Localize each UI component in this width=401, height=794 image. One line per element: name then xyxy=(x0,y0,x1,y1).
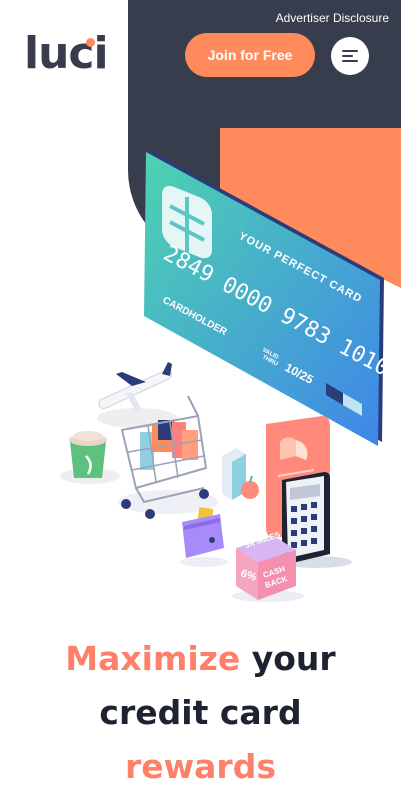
headline-maximize: Maximize xyxy=(65,639,241,678)
hero-headline: Maximize your credit card rewards xyxy=(0,632,401,794)
wallet-icon xyxy=(180,507,228,567)
credit-card: YOUR PERFECT CARD 2849 0000 9783 1010 CA… xyxy=(144,150,393,446)
headline-line2: credit card xyxy=(99,693,302,732)
headline-line3: rewards xyxy=(125,747,276,786)
headline-your: your xyxy=(240,639,336,678)
airplane-icon xyxy=(97,362,177,428)
hero-illustration: YOUR PERFECT CARD 2849 0000 9783 1010 CA… xyxy=(60,150,393,602)
groceries-icon xyxy=(222,448,259,500)
coffee-cup-icon xyxy=(60,431,120,484)
